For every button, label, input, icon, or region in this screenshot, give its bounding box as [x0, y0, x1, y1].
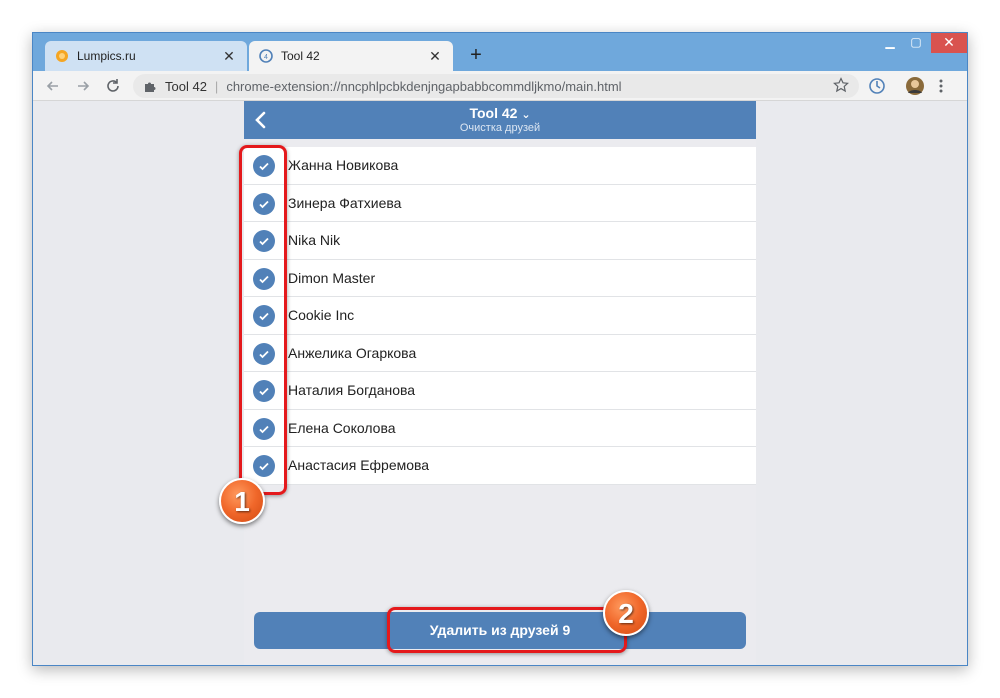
lumpics-favicon-icon: [55, 49, 69, 63]
list-item[interactable]: Елена Соколова: [244, 410, 756, 447]
friend-name: Nika Nik: [288, 232, 341, 249]
reload-icon[interactable]: [103, 76, 123, 96]
list-item[interactable]: Наталия Богданова: [244, 372, 756, 410]
back-arrow-icon[interactable]: [43, 76, 63, 96]
friend-name: Dimon Master: [288, 269, 376, 286]
list-item[interactable]: Анастасия Ефремова: [244, 447, 756, 485]
browser-window: Lumpics.ru ✕ 4 Tool 42 ✕ + ▁ ▢ ✕ Tool 42…: [32, 32, 968, 666]
checkbox-highlight-frame: [239, 145, 287, 495]
tab-tool42[interactable]: 4 Tool 42 ✕: [249, 41, 453, 71]
app-header: Tool 42 ⌄ Очистка друзей: [244, 101, 756, 139]
menu-kebab-icon[interactable]: [931, 76, 951, 96]
address-bar[interactable]: Tool 42 | chrome-extension://nncphlpcbkd…: [133, 74, 859, 98]
friend-name: Анастасия Ефремова: [288, 457, 430, 474]
close-tab-icon[interactable]: ✕: [427, 48, 443, 65]
list-item[interactable]: Cookie Inc: [244, 297, 756, 335]
friend-name: Наталия Богданова: [288, 382, 416, 399]
maximize-icon[interactable]: ▢: [901, 33, 931, 53]
page-viewport: Tool 42 ⌄ Очистка друзей Жанна Новикова …: [33, 101, 967, 665]
friend-name: Елена Соколова: [288, 419, 396, 436]
friend-name: Cookie Inc: [288, 307, 355, 324]
friends-list: Жанна Новикова Зинера Фатхиева Nika Nik …: [244, 147, 756, 485]
omnibox-site-label: Tool 42: [165, 78, 207, 94]
extension-panel: Tool 42 ⌄ Очистка друзей Жанна Новикова …: [244, 101, 756, 665]
bookmark-star-icon[interactable]: [833, 77, 849, 93]
tool42-extension-icon[interactable]: [867, 76, 887, 96]
step-marker-1: 1: [219, 478, 265, 524]
list-item[interactable]: Зинера Фатхиева: [244, 185, 756, 222]
tab-title: Lumpics.ru: [77, 49, 136, 63]
svg-text:4: 4: [264, 54, 268, 61]
app-subtitle: Очистка друзей: [459, 122, 541, 134]
list-item[interactable]: Жанна Новикова: [244, 147, 756, 185]
close-tab-icon[interactable]: ✕: [221, 48, 237, 65]
chevron-down-icon: ⌄: [521, 109, 531, 121]
tab-lumpics[interactable]: Lumpics.ru ✕: [45, 41, 247, 71]
list-item[interactable]: Dimon Master: [244, 260, 756, 297]
step-marker-2: 2: [603, 590, 649, 636]
friend-name: Зинера Фатхиева: [288, 194, 402, 211]
omnibox-url: chrome-extension://nncphlpcbkdenjngapbab…: [226, 78, 622, 94]
forward-arrow-icon[interactable]: [73, 76, 93, 96]
app-title[interactable]: Tool 42 ⌄: [244, 105, 756, 121]
browser-toolbar: Tool 42 | chrome-extension://nncphlpcbkd…: [33, 71, 967, 101]
tool42-favicon-icon: 4: [259, 49, 273, 63]
list-item[interactable]: Анжелика Огаркова: [244, 335, 756, 372]
extension-puzzle-icon: [143, 79, 159, 93]
button-highlight-frame: [387, 607, 627, 653]
tab-strip: Lumpics.ru ✕ 4 Tool 42 ✕ + ▁ ▢ ✕: [33, 33, 967, 71]
friend-name: Жанна Новикова: [288, 157, 399, 174]
new-tab-button[interactable]: +: [463, 43, 489, 69]
omnibox-separator: |: [214, 78, 219, 94]
profile-avatar-icon[interactable]: [905, 76, 925, 96]
list-item[interactable]: Nika Nik: [244, 222, 756, 260]
app-title-text: Tool 42: [469, 105, 518, 121]
close-window-icon[interactable]: ✕: [931, 33, 967, 53]
friend-name: Анжелика Огаркова: [288, 344, 417, 361]
tab-title: Tool 42: [281, 49, 320, 63]
